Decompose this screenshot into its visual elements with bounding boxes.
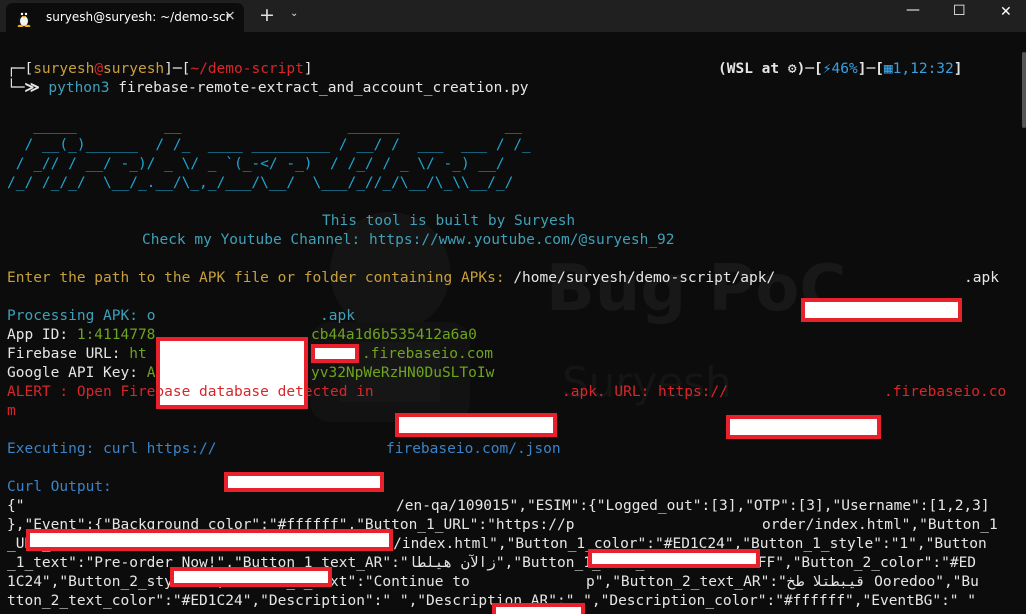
app-id-head: 1:4114778 [76, 327, 156, 343]
curl-output-line: p","Button_2_text_AR":"قيبطتلا طخ Ooredo… [586, 574, 979, 590]
google-api-key-line: Google API Key: A [7, 364, 155, 383]
executing-label: Executing: curl https:// [7, 441, 217, 457]
redaction-box [492, 603, 585, 614]
alert-suffix: .firebaseio.co [884, 384, 1007, 400]
prompt-corner-bottom: └─ [7, 80, 25, 96]
firebase-url-tail: .firebaseio.com [362, 346, 493, 362]
banner-line-4: /_/ /_/_/ \__/_.__/\_,_/___/\__/ \___/_/… [7, 175, 514, 191]
curl-output-line: order/index.html","Button_1 [762, 517, 998, 533]
prompt-right-status: (WSL at ⚙)─[⚡46%]─[▦1,12:32] [718, 60, 963, 79]
wsl-label: (WSL at [718, 61, 788, 77]
curl-output-line: _1_text":"Pre-order Now!","Button_1_text… [7, 555, 977, 571]
curl-output-label: Curl Output: [7, 479, 112, 495]
google-api-key-tail: yv32NpWeRzHN0DuSLToIw [311, 365, 495, 381]
firebase-url-line: Firebase URL: ht [7, 345, 147, 364]
alert-mid: .apk. URL: https:// [562, 384, 728, 400]
battery-icon: ⚡ [822, 61, 832, 77]
app-id-line: App ID: 1:4114778 [7, 326, 155, 345]
gear-icon: ⚙ [787, 61, 797, 77]
command-line: └─≫ python3 firebase-remote-extract_and_… [7, 79, 529, 98]
app-id-tail: cb44a1d6b535412a6a0 [311, 327, 477, 343]
firebase-url-label: Firebase URL: [7, 346, 130, 362]
new-tab-button[interactable]: + [259, 4, 275, 26]
firebase-url-head: ht [129, 346, 147, 362]
curl-output-line: {" [7, 498, 25, 514]
redaction-box [26, 529, 393, 551]
alert-line: ALERT : Open Firebase database detected … [7, 384, 383, 400]
prompt-line: ┌─[suryesh@suryesh]─[~/demo-script] [7, 60, 313, 79]
google-api-key-label: Google API Key: [7, 365, 147, 381]
command-name: python3 [48, 80, 110, 96]
executing-suffix: firebaseio.com/.json [386, 441, 561, 457]
status-sep-2: ]─[ [857, 61, 884, 77]
app-id-label: App ID: [7, 327, 77, 343]
banner-line-3: / _// / __/ -_)/ _ \/ _ `(_-</ -_) / /_/… [7, 156, 505, 172]
processing-label: Processing APK: [7, 308, 147, 324]
banner-line-1: _____ __ ______ __ [7, 118, 523, 134]
tab-title: suryesh@suryesh: ~/demo-scr [46, 10, 231, 24]
status-time: 1,12:32 [892, 61, 954, 77]
close-window-button[interactable]: ✕ [1000, 4, 1012, 20]
redaction-box [395, 413, 557, 437]
prompt-path: ~/demo-script [190, 61, 304, 77]
terminal-tab[interactable]: suryesh@suryesh: ~/demo-scr × [6, 3, 244, 32]
google-api-key-head: A [146, 365, 156, 381]
apk-path-label: Enter the path to the APK file or folder… [7, 270, 514, 286]
redaction-box [726, 415, 881, 439]
redaction-box [224, 472, 384, 492]
battery-percent: 46% [831, 61, 858, 77]
curl-output-line: /en-qa/109015","ESIM":{"Logged_out":[3],… [396, 498, 990, 514]
calendar-icon: ▦ [883, 61, 893, 77]
redaction-box [311, 344, 359, 363]
terminal-pane[interactable]: Bug PoC Suryesh ┌─[suryesh@suryesh]─[~/d… [0, 32, 1026, 614]
tab-close-icon[interactable]: × [224, 8, 236, 24]
tab-dropdown-icon[interactable]: ⌄ [290, 8, 298, 19]
status-end: ] [953, 61, 963, 77]
prompt-host: suryesh [103, 61, 165, 77]
alert-wrap: m [7, 403, 16, 419]
linux-tux-icon [17, 11, 31, 27]
apk-path-prompt: Enter the path to the APK file or folder… [7, 269, 775, 288]
prompt-sep: ]─[ [164, 61, 191, 77]
apk-path-suffix: .apk [964, 270, 999, 286]
prompt-user: suryesh [33, 61, 95, 77]
title-bar: suryesh@suryesh: ~/demo-scr × + ⌄ — ☐ ✕ [0, 0, 1026, 32]
processing-suffix: .apk [320, 308, 355, 324]
minimize-button[interactable]: — [906, 2, 920, 18]
prompt-arrows-icon: ≫ [24, 80, 40, 96]
prompt-close: ] [303, 61, 313, 77]
redaction-box [170, 567, 332, 587]
maximize-button[interactable]: ☐ [953, 3, 966, 19]
prompt-corner: ┌─[ [7, 61, 34, 77]
redaction-box [801, 298, 962, 322]
banner-line-2: / __(_)______ / /_ ____ _________ / __/ … [7, 137, 531, 153]
redaction-box [588, 549, 760, 568]
terminal-scrollbar[interactable] [1022, 52, 1026, 128]
status-sep: )─[ [796, 61, 823, 77]
apk-path-value: /home/suryesh/demo-script/apk/ [513, 270, 776, 286]
built-by-text: This tool is built by Suryesh [322, 213, 576, 229]
youtube-channel-text: Check my Youtube Channel: https://www.yo… [142, 232, 675, 248]
command-args: firebase-remote-extract_and_account_crea… [109, 80, 529, 96]
prompt-at: @ [94, 61, 104, 77]
processing-line: Processing APK: o [7, 308, 156, 324]
